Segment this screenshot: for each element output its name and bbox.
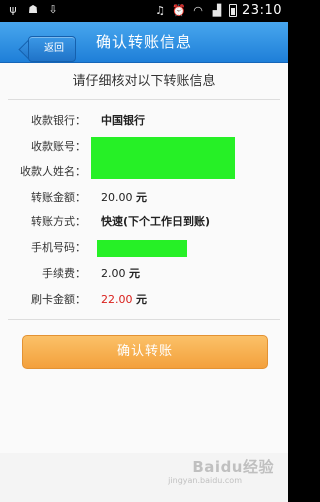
download-icon: ⇩ <box>48 3 58 16</box>
battery-icon <box>229 4 238 17</box>
card-amount-value: 22.00 元 <box>101 292 147 308</box>
back-button-wrap[interactable]: 返回 <box>14 29 76 62</box>
amount-value: 20.00 元 <box>101 190 147 206</box>
bank-value: 中国银行 <box>101 114 145 127</box>
fee-value: 2.00 元 <box>101 266 140 282</box>
bank-label: 收款银行： <box>31 114 86 127</box>
card-amount-label: 刷卡金额： <box>31 293 86 306</box>
method-label: 转账方式： <box>31 215 86 228</box>
info-subtitle: 请仔细核对以下转账信息 <box>72 74 216 89</box>
alarm-icon: ⏰ <box>172 3 186 17</box>
fee-number: 2.00 <box>101 267 126 280</box>
header-bar: 确认转账信息 返回 <box>0 22 288 63</box>
fee-unit: 元 <box>129 267 140 280</box>
fee-label: 手续费： <box>42 267 86 280</box>
divider <box>8 319 280 320</box>
signal-icon: ▟ <box>212 3 222 17</box>
redacted-phone <box>97 240 187 257</box>
phone-screen: ψ ☗ ⇩ ♫ ⏰ ◠ ▟ 23:10 确认转账信息 返回 请仔细核对以下转账信… <box>0 0 288 502</box>
account-label: 收款账号： <box>31 140 86 153</box>
wifi-icon: ◠ <box>193 3 203 17</box>
transfer-info-card: 请仔细核对以下转账信息 收款银行： 中国银行 收款账号： 收款人姓名： 转账金额… <box>0 63 288 453</box>
back-button[interactable]: 返回 <box>28 36 76 62</box>
watermark-logo: Baidu经验 <box>192 458 274 476</box>
redacted-account-and-name <box>91 137 235 179</box>
status-time: 23:10 <box>242 3 282 18</box>
phone-label: 手机号码： <box>31 241 86 254</box>
confirm-transfer-button[interactable]: 确认转账 <box>22 335 268 369</box>
watermark-url: jingyan.baidu.com <box>168 476 242 485</box>
usb-icon: ψ <box>9 3 17 16</box>
amount-unit: 元 <box>136 191 147 204</box>
amount-number: 20.00 <box>101 191 133 204</box>
divider <box>8 99 280 100</box>
android-icon: ☗ <box>28 3 38 16</box>
status-bar: ψ ☗ ⇩ ♫ ⏰ ◠ ▟ 23:10 <box>0 0 288 22</box>
amount-label: 转账金额： <box>31 191 86 204</box>
headset-icon: ♫ <box>155 3 165 17</box>
method-value: 快速(下个工作日到账) <box>101 215 211 228</box>
card-amount-number: 22.00 <box>101 293 133 306</box>
card-amount-unit: 元 <box>136 293 147 306</box>
payee-name-label: 收款人姓名： <box>20 165 86 178</box>
